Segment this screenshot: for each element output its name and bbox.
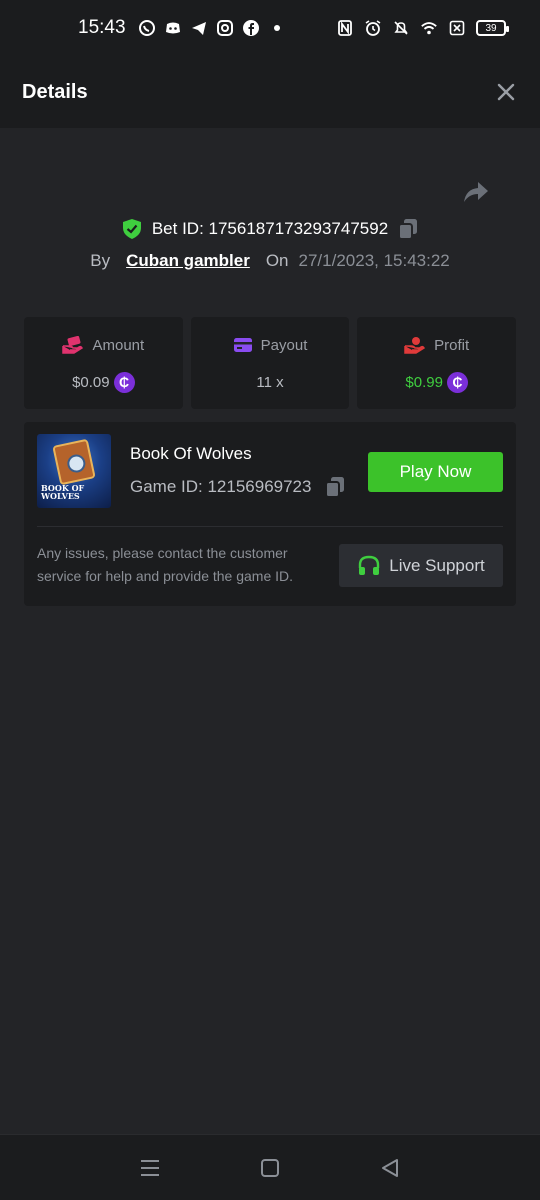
username-link[interactable]: Cuban gambler [126, 251, 250, 271]
payout-label: Payout [260, 336, 308, 354]
battery-icon: 39 [476, 20, 509, 36]
system-icons: 39 [336, 19, 509, 37]
game-id-row: Game ID: 12156969723 [130, 476, 345, 498]
game-name: Book Of Wolves [130, 444, 252, 463]
menu-icon [141, 1159, 159, 1176]
details-header: Details [0, 56, 540, 128]
share-icon [464, 182, 488, 202]
nfc-icon [336, 19, 354, 37]
whatsapp-icon [138, 19, 156, 37]
status-time: 15:43 [78, 17, 126, 38]
profit-value: $0.99 [405, 373, 443, 391]
payout-card: Payout 11 x [190, 317, 350, 409]
square-icon [261, 1158, 279, 1177]
on-label: On [265, 251, 289, 270]
payout-value: 11 x [256, 373, 284, 391]
copy-icon [398, 219, 418, 240]
bet-stats: Amount $0.09 ₵ Payout 11 x Profit $0.99 … [24, 317, 517, 409]
discord-icon [164, 19, 182, 37]
headset-icon [359, 555, 380, 575]
game-logo-text: BOOK OF WOLVES [41, 483, 85, 501]
copy-icon [325, 477, 345, 498]
coin-icon: ₵ [446, 371, 468, 393]
copy-bet-id-button[interactable] [398, 218, 418, 240]
instagram-icon [216, 19, 234, 37]
game-card: BOOK OF WOLVES Book Of Wolves Game ID: 1… [24, 422, 516, 606]
back-button[interactable] [375, 1153, 405, 1183]
status-bar: 15:43 39 [0, 0, 540, 56]
amount-label: Amount [92, 336, 145, 354]
close-icon [497, 83, 515, 101]
sim-off-icon [448, 19, 466, 37]
game-id: Game ID: 12156969723 [130, 477, 312, 496]
bet-id: Bet ID: 1756187173293747592 [151, 219, 389, 238]
telegram-icon [190, 19, 208, 37]
play-now-button[interactable]: Play Now [368, 452, 503, 492]
profit-hand-icon [404, 337, 426, 354]
book-icon [52, 438, 96, 486]
profit-label: Profit [434, 336, 470, 354]
home-button[interactable] [255, 1153, 285, 1183]
bell-off-icon [392, 19, 410, 37]
support-notice: Any issues, please contact the customer … [37, 545, 294, 584]
divider [37, 526, 503, 527]
wifi-icon [420, 19, 438, 37]
amount-card: Amount $0.09 ₵ [24, 317, 183, 409]
notification-icons [138, 19, 286, 37]
bet-id-row: Bet ID: 1756187173293747592 [0, 214, 540, 244]
copy-game-id-button[interactable] [325, 476, 345, 498]
by-label: By [90, 251, 111, 270]
bet-date: 27/1/2023, 15:43:22 [298, 251, 450, 270]
alarm-icon [364, 19, 382, 37]
card-icon [233, 338, 252, 352]
shield-check-icon [122, 219, 141, 239]
profit-card: Profit $0.99 ₵ [357, 317, 517, 409]
back-triangle-icon [382, 1158, 398, 1177]
amount-value: $0.09 [72, 373, 110, 391]
facebook-icon [242, 19, 260, 37]
game-thumbnail[interactable]: BOOK OF WOLVES [37, 434, 111, 508]
system-nav-bar [0, 1134, 540, 1200]
close-button[interactable] [494, 80, 518, 104]
dot-icon [268, 19, 286, 37]
money-hand-icon [62, 336, 84, 354]
recents-button[interactable] [135, 1153, 165, 1183]
page-title: Details [22, 80, 88, 103]
live-support-button[interactable]: Live Support [339, 544, 503, 587]
share-button[interactable] [462, 180, 490, 204]
coin-icon: ₵ [113, 371, 135, 393]
live-support-label: Live Support [389, 555, 485, 575]
bet-meta-row: By Cuban gambler On 27/1/2023, 15:43:22 [0, 248, 540, 274]
